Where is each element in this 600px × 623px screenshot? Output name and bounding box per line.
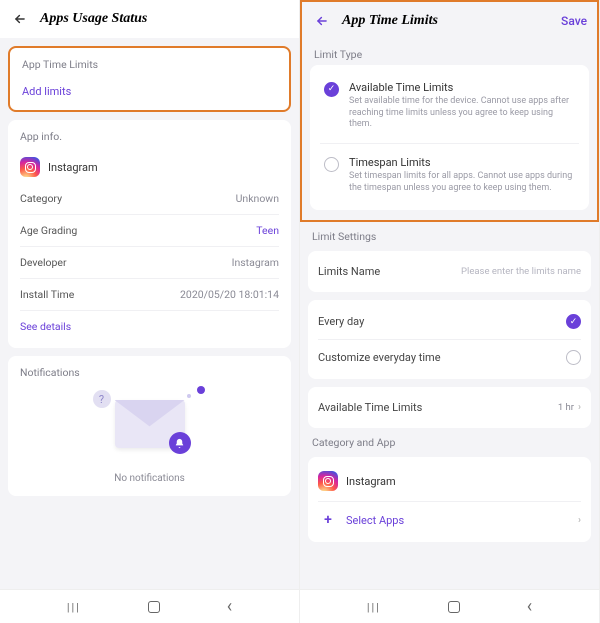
option-every-day[interactable]: Every day	[318, 308, 581, 335]
row-value: Instagram	[232, 256, 279, 269]
option-title: Available Time Limits	[349, 81, 575, 94]
card-heading: App Time Limits	[22, 58, 277, 71]
radio-checked-icon	[324, 82, 339, 97]
category-app-card: Instagram + Select Apps ›	[308, 457, 591, 542]
save-button[interactable]: Save	[561, 14, 587, 28]
option-timespan-limits[interactable]: Timespan Limits Set timespan limits for …	[320, 143, 579, 202]
limits-name-card[interactable]: Limits Name Please enter the limits name	[308, 251, 591, 292]
chevron-right-icon: ›	[578, 402, 581, 413]
app-time-limits-card[interactable]: App Time Limits Add limits	[8, 46, 291, 112]
page-title: Apps Usage Status	[40, 11, 289, 27]
app-name: Instagram	[346, 475, 581, 488]
app-row: Instagram	[20, 151, 279, 183]
row-label: Install Time	[20, 288, 74, 301]
question-bubble-icon: ?	[93, 390, 111, 408]
limit-type-card: Available Time Limits Set available time…	[310, 65, 589, 210]
nav-back-icon[interactable]	[527, 596, 532, 617]
option-title: Timespan Limits	[349, 156, 575, 169]
limits-name-input[interactable]: Please enter the limits name	[461, 266, 581, 277]
nav-recent-icon[interactable]	[67, 599, 81, 615]
page-title: App Time Limits	[342, 13, 561, 29]
header: Apps Usage Status	[0, 0, 299, 38]
option-available-time-limits[interactable]: Available Time Limits Set available time…	[320, 73, 579, 139]
option-description: Set timespan limits for all apps. Cannot…	[349, 171, 575, 194]
back-arrow-icon[interactable]	[312, 14, 332, 28]
select-apps-row[interactable]: + Select Apps ›	[318, 506, 581, 534]
section-limit-type: Limit Type	[314, 48, 585, 61]
checkmark-icon	[566, 314, 581, 329]
row-developer: Developer Instagram	[20, 246, 279, 278]
instagram-icon	[318, 471, 338, 491]
card-heading: App info.	[20, 130, 279, 143]
row-value: 1 hr	[558, 402, 574, 413]
select-apps-label: Select Apps	[346, 514, 566, 527]
limits-name-label: Limits Name	[318, 265, 380, 278]
no-notifications-illustration: ?	[20, 379, 279, 469]
back-arrow-icon[interactable]	[10, 12, 30, 26]
row-value: Unknown	[236, 192, 279, 205]
row-label: Available Time Limits	[318, 401, 422, 414]
row-value: 2020/05/20 18:01:14	[180, 288, 279, 301]
chevron-right-icon: ›	[578, 515, 581, 526]
row-category: Category Unknown	[20, 183, 279, 214]
schedule-card: Every day Customize everyday time	[308, 300, 591, 379]
card-heading: Notifications	[20, 366, 279, 379]
row-label: Category	[20, 192, 62, 205]
see-details-link[interactable]: See details	[20, 320, 71, 333]
app-row[interactable]: Instagram	[318, 465, 581, 497]
nav-home-icon[interactable]	[448, 601, 460, 613]
row-value: Teen	[256, 224, 279, 237]
option-customize-everyday-time[interactable]: Customize everyday time	[318, 344, 581, 371]
row-label: Developer	[20, 256, 67, 269]
section-limit-settings: Limit Settings	[312, 230, 587, 243]
radio-unchecked-icon	[566, 350, 581, 365]
nav-back-icon[interactable]	[227, 596, 232, 617]
plus-icon: +	[318, 512, 338, 528]
option-label: Every day	[318, 315, 364, 328]
notifications-card: Notifications ? No notifications	[8, 356, 291, 496]
radio-unchecked-icon	[324, 157, 339, 172]
pane-apps-usage-status: Apps Usage Status App Time Limits Add li…	[0, 0, 300, 623]
section-category-and-app: Category and App	[312, 436, 587, 449]
pane-app-time-limits: App Time Limits Save Limit Type Availabl…	[300, 0, 600, 623]
row-age-grading: Age Grading Teen	[20, 214, 279, 246]
decorative-dot-icon	[197, 386, 205, 394]
android-navbar	[0, 589, 299, 623]
row-label: Age Grading	[20, 224, 77, 237]
row-install-time: Install Time 2020/05/20 18:01:14	[20, 278, 279, 310]
app-info-card: App info. Instagram Category Unknown Age…	[8, 120, 291, 348]
nav-recent-icon[interactable]	[367, 599, 381, 615]
instagram-icon	[20, 157, 40, 177]
no-notifications-caption: No notifications	[20, 469, 279, 486]
bell-icon	[169, 432, 191, 454]
option-label: Customize everyday time	[318, 351, 441, 364]
android-navbar	[300, 589, 599, 623]
app-name: Instagram	[48, 161, 98, 174]
available-time-limits-row[interactable]: Available Time Limits 1 hr ›	[308, 387, 591, 428]
add-limits-link[interactable]: Add limits	[22, 85, 277, 98]
header: App Time Limits Save	[302, 2, 597, 40]
nav-home-icon[interactable]	[148, 601, 160, 613]
option-description: Set available time for the device. Canno…	[349, 96, 575, 131]
